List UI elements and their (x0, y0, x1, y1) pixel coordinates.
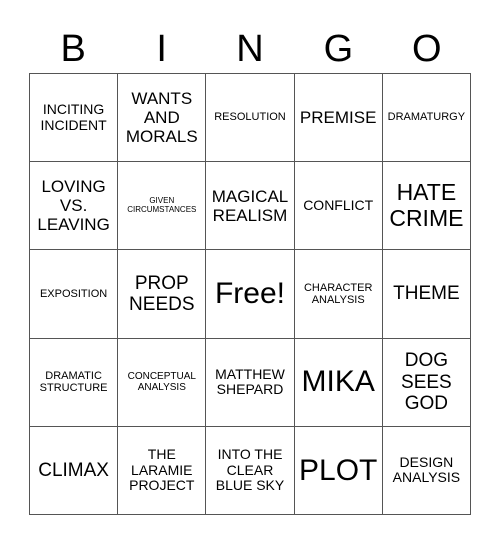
bingo-cell[interactable]: MATTHEW SHEPARD (206, 338, 295, 427)
free-space-label: Free! (214, 277, 285, 311)
bingo-cell[interactable]: LOVING VS. LEAVING (30, 162, 119, 251)
cell-label: DRAMATURGY (387, 111, 466, 124)
bingo-cell[interactable]: CHARACTER ANALYSIS (294, 250, 383, 339)
bingo-cell[interactable]: RESOLUTION (206, 74, 295, 163)
header-letter-o: O (412, 28, 442, 70)
header-letter-n: N (236, 28, 264, 70)
cell-label: MATTHEW SHEPARD (215, 365, 285, 398)
cell-label: INCITING INCIDENT (40, 100, 107, 133)
bingo-cell[interactable]: MAGICAL REALISM (206, 162, 295, 251)
cell-label: CONCEPTUAL ANALYSIS (127, 371, 196, 394)
cell-label: PREMISE (299, 108, 377, 128)
cell-label: DESIGN ANALYSIS (392, 453, 461, 486)
header-letter-i: I (156, 28, 167, 70)
bingo-cell[interactable]: DOG SEES GOD (382, 338, 471, 427)
cell-label: CHARACTER ANALYSIS (303, 281, 373, 306)
bingo-cell[interactable]: DRAMATURGY (382, 74, 471, 163)
bingo-cell[interactable]: CLIMAX (30, 426, 119, 515)
bingo-cell[interactable]: WANTS AND MORALS (118, 74, 207, 163)
free-space-cell[interactable]: Free! (206, 250, 295, 339)
bingo-cell[interactable]: GIVEN CIRCUMSTANCES (118, 162, 207, 251)
cell-label: WANTS AND MORALS (125, 89, 198, 147)
bingo-grid: INCITING INCIDENT WANTS AND MORALS RESOL… (29, 73, 471, 515)
bingo-cell[interactable]: HATE CRIME (382, 162, 471, 251)
cell-label: HATE CRIME (389, 179, 464, 231)
cell-label: PLOT (299, 453, 378, 487)
bingo-header: B I N G O (29, 24, 471, 74)
cell-label: PROP NEEDS (129, 272, 195, 315)
cell-label: LOVING VS. LEAVING (37, 177, 110, 235)
bingo-cell[interactable]: THEME (382, 250, 471, 339)
bingo-cell[interactable]: CONCEPTUAL ANALYSIS (118, 338, 207, 427)
cell-label: DRAMATIC STRUCTURE (39, 369, 108, 395)
bingo-cell[interactable]: THE LARAMIE PROJECT (118, 426, 207, 515)
bingo-cell[interactable]: CONFLICT (294, 162, 383, 251)
cell-label: MAGICAL REALISM (211, 186, 289, 225)
bingo-cell[interactable]: DRAMATIC STRUCTURE (30, 338, 119, 427)
bingo-cell[interactable]: INTO THE CLEAR BLUE SKY (206, 426, 295, 515)
header-letter-g: G (323, 28, 354, 70)
cell-label: THE LARAMIE PROJECT (129, 445, 195, 494)
bingo-cell[interactable]: PLOT (294, 426, 383, 515)
header-letter-b: B (60, 28, 86, 70)
cell-label: RESOLUTION (214, 111, 286, 124)
cell-label: CONFLICT (303, 196, 374, 213)
cell-label: GIVEN CIRCUMSTANCES (127, 195, 197, 214)
bingo-cell[interactable]: PROP NEEDS (118, 250, 207, 339)
cell-label: THEME (393, 283, 460, 305)
cell-label: MIKA (301, 365, 375, 399)
bingo-cell[interactable]: EXPOSITION (30, 250, 119, 339)
bingo-cell[interactable]: PREMISE (294, 74, 383, 163)
bingo-cell[interactable]: DESIGN ANALYSIS (382, 426, 471, 515)
bingo-cell[interactable]: MIKA (294, 338, 383, 427)
cell-label: CLIMAX (38, 459, 109, 481)
cell-label: INTO THE CLEAR BLUE SKY (215, 445, 285, 494)
cell-label: DOG SEES GOD (401, 350, 452, 414)
cell-label: EXPOSITION (39, 287, 108, 300)
bingo-cell[interactable]: INCITING INCIDENT (30, 74, 119, 163)
